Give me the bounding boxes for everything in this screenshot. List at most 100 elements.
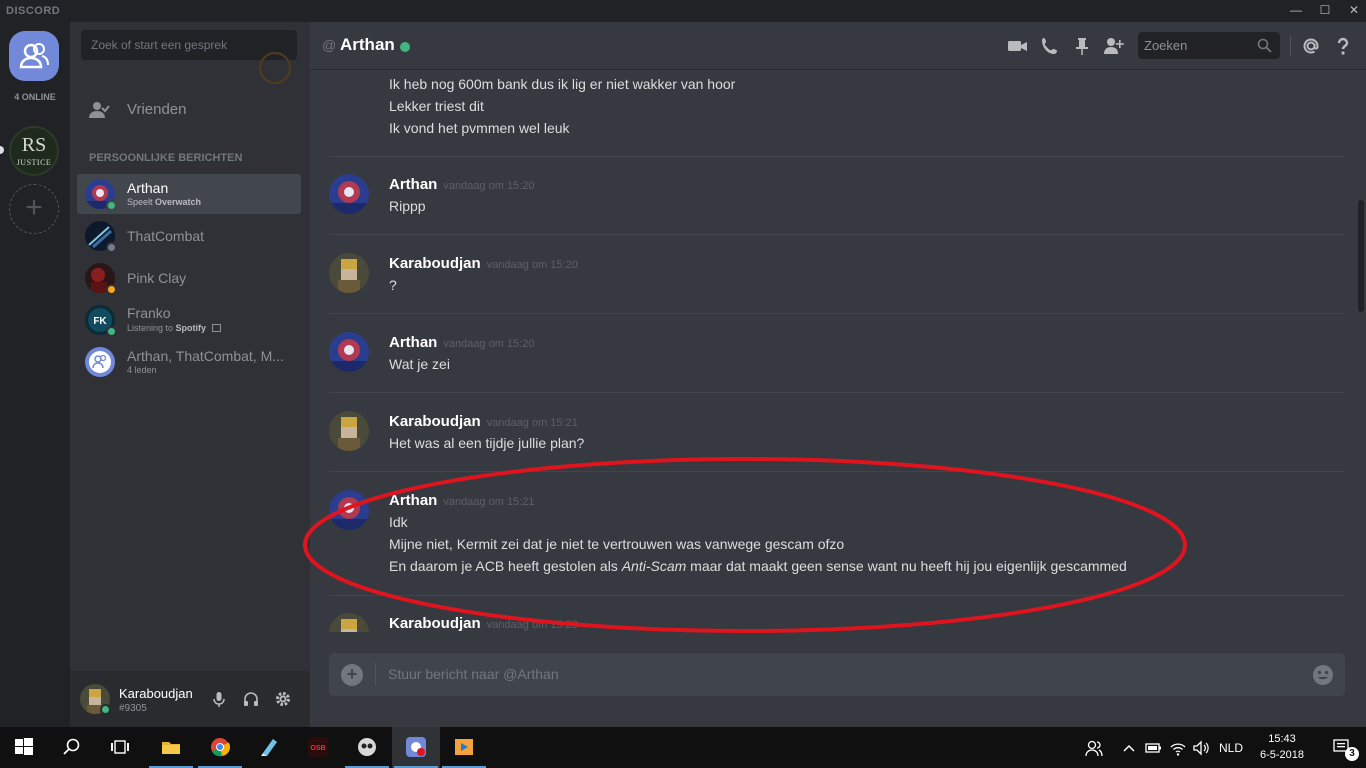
- message-divider: [329, 234, 1344, 235]
- pin-icon[interactable]: [1071, 35, 1093, 57]
- chrome-icon: [211, 738, 230, 757]
- message-timestamp: vandaag om 15:20: [443, 338, 535, 350]
- close-window-button[interactable]: ✕: [1339, 0, 1366, 22]
- microphone-icon[interactable]: [210, 690, 228, 708]
- status-dot: [106, 326, 117, 337]
- home-button[interactable]: [9, 31, 59, 81]
- dm-sidebar: Zoek of start een gesprek Vrienden PERSO…: [70, 22, 310, 727]
- message-timestamp: vandaag om 15:20: [486, 259, 578, 271]
- minimize-button[interactable]: —: [1281, 0, 1311, 22]
- author-avatar[interactable]: [329, 490, 369, 530]
- chrome-button[interactable]: [196, 727, 244, 768]
- unread-pill: [0, 146, 4, 154]
- app-button-blue[interactable]: [245, 727, 293, 768]
- task-view-button[interactable]: [96, 727, 144, 768]
- dm-item-pink-clay[interactable]: Pink Clay: [77, 258, 301, 298]
- media-player-button[interactable]: [440, 727, 488, 768]
- message-author[interactable]: Arthan vandaag om 15:20: [389, 334, 534, 351]
- volume-icon[interactable]: [1192, 739, 1210, 757]
- message-author[interactable]: Karaboudjan vandaag om 15:21: [389, 413, 578, 430]
- osbuddy-icon: OSB: [308, 737, 328, 757]
- author-avatar[interactable]: [329, 253, 369, 293]
- media-player-icon: [455, 739, 473, 755]
- upload-plus-button[interactable]: +: [341, 664, 363, 686]
- message-text: En daarom je ACB heeft gestolen als Anti…: [389, 558, 1127, 574]
- headphones-icon[interactable]: [242, 690, 260, 708]
- action-center-button[interactable]: 3: [1318, 727, 1366, 768]
- language-indicator[interactable]: NLD: [1219, 741, 1243, 759]
- voice-call-icon[interactable]: [1039, 35, 1061, 57]
- message-scrollbar[interactable]: [1356, 70, 1366, 632]
- notification-count-badge: 3: [1345, 747, 1359, 761]
- clock-time: 15:43: [1268, 733, 1296, 745]
- battery-icon[interactable]: [1144, 739, 1162, 757]
- group-icon: [89, 351, 111, 373]
- file-explorer-button[interactable]: [147, 727, 195, 768]
- settings-gear-icon[interactable]: [274, 690, 292, 708]
- message-divider: [329, 471, 1344, 472]
- at-icon: @: [322, 37, 337, 53]
- status-dot: [106, 200, 117, 211]
- dm-item-arthan[interactable]: Arthan Speelt Overwatch: [77, 174, 301, 214]
- help-icon[interactable]: [1332, 35, 1354, 57]
- osbuddy-button[interactable]: OSB: [294, 727, 342, 768]
- server-rs-justice[interactable]: RS JUSTICE: [9, 126, 59, 176]
- discord-taskbar-button[interactable]: [392, 727, 440, 768]
- maximize-button[interactable]: ☐: [1310, 0, 1340, 22]
- friends-icon: [89, 102, 110, 118]
- message-divider: [329, 156, 1344, 157]
- spotify-details-icon: [211, 324, 221, 332]
- user-tag: #9305: [119, 703, 147, 714]
- author-avatar[interactable]: [329, 613, 369, 632]
- author-avatar[interactable]: [329, 174, 369, 214]
- message-author[interactable]: Karaboudjan vandaag om 15:23: [389, 615, 578, 632]
- message-input[interactable]: Stuur bericht naar @Arthan: [388, 666, 559, 682]
- member-count: 4 leden: [127, 365, 157, 375]
- search-icon: [63, 738, 80, 755]
- friends-link[interactable]: Vrienden: [78, 92, 302, 128]
- mentions-icon[interactable]: [1300, 35, 1322, 57]
- osbuddy-label: OSB: [310, 745, 325, 752]
- message-author[interactable]: Karaboudjan vandaag om 15:20: [389, 255, 578, 272]
- taskbar-clock[interactable]: 15:43 6-5-2018: [1252, 731, 1312, 763]
- message-text: Rippp: [389, 198, 426, 214]
- chat-title: Arthan: [340, 35, 395, 54]
- author-avatar[interactable]: [329, 411, 369, 451]
- game-launcher-button[interactable]: [343, 727, 391, 768]
- dm-item-franko[interactable]: FK Franko Listening to Spotify: [77, 300, 301, 340]
- windows-taskbar: OSB NLD 15:43 6-5-2018 3: [0, 727, 1366, 768]
- status-dot: [106, 284, 117, 295]
- user-status-dot: [100, 704, 111, 715]
- message-text: Het was al een tijdje jullie plan?: [389, 435, 585, 451]
- people-icon[interactable]: [1085, 739, 1103, 757]
- show-hidden-icons-chevron[interactable]: [1122, 739, 1136, 757]
- message-author[interactable]: Arthan vandaag om 15:20: [389, 176, 534, 193]
- chat-header: @ Arthan Zoeken: [310, 22, 1366, 70]
- wifi-icon[interactable]: [1169, 739, 1187, 757]
- author-avatar[interactable]: [329, 332, 369, 372]
- message-composer[interactable]: + Stuur bericht naar @Arthan: [329, 653, 1345, 696]
- start-button[interactable]: [0, 727, 48, 768]
- dm-name: ThatCombat: [127, 228, 205, 244]
- header-divider: [1290, 36, 1291, 56]
- dm-item-thatcombat[interactable]: ThatCombat: [77, 216, 301, 256]
- message-text: Mijne niet, Kermit zei dat je niet te ve…: [389, 536, 845, 552]
- chat-search-input[interactable]: Zoeken: [1138, 32, 1280, 59]
- pen-tablet-icon: [261, 739, 277, 756]
- message-author[interactable]: Arthan vandaag om 15:21: [389, 492, 534, 509]
- loading-ring-icon: [259, 52, 291, 84]
- dm-item-group[interactable]: Arthan, ThatCombat, M... 4 leden: [77, 342, 301, 382]
- discord-app: DISCORD — ☐ ✕ 4 ONLINE RS JUSTICE + Zoek…: [0, 0, 1366, 727]
- message-divider: [329, 392, 1344, 393]
- add-server-button[interactable]: +: [9, 184, 59, 234]
- message-divider: [329, 595, 1344, 596]
- add-friend-to-dm-icon[interactable]: [1103, 35, 1125, 57]
- video-call-icon[interactable]: [1007, 35, 1029, 57]
- dm-name: Pink Clay: [127, 270, 187, 286]
- emoji-picker-icon[interactable]: [1312, 664, 1334, 686]
- server-subtitle: JUSTICE: [16, 158, 52, 167]
- search-taskbar-button[interactable]: [48, 727, 96, 768]
- scrollbar-thumb[interactable]: [1358, 200, 1364, 312]
- discord-icon: [406, 737, 426, 757]
- app-logo: DISCORD: [6, 5, 61, 17]
